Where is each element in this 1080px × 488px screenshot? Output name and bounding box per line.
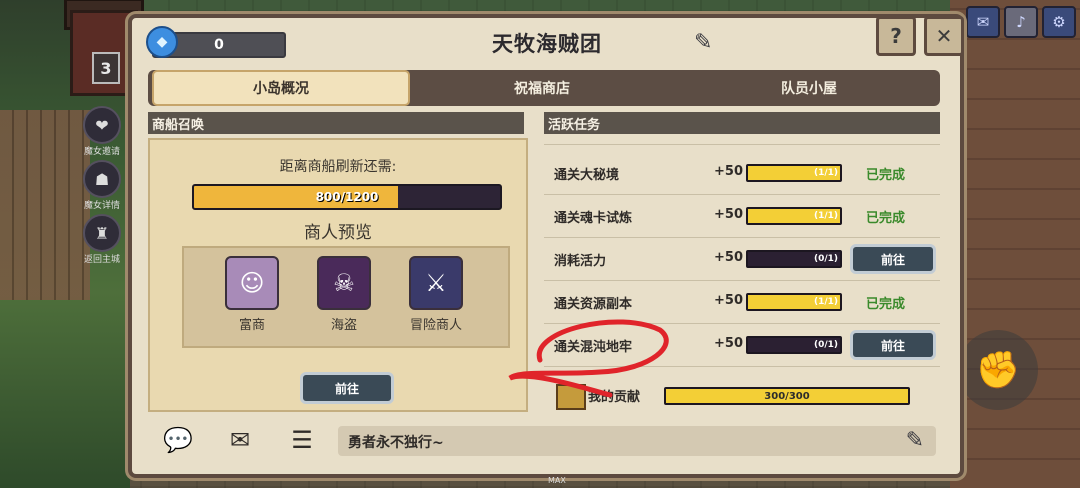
chat-bubble-icon[interactable]: 💬 [158, 424, 198, 456]
section-title-ship: 商船召唤 [148, 112, 524, 134]
merchant-rich[interactable]: ☺ 富商 [212, 256, 292, 333]
chat-bar: 💬 ✉ ☰ 勇者永不独行~ ✎ [148, 420, 940, 462]
witch-details-button[interactable]: ☗ 魔女详情 [80, 160, 124, 211]
close-button[interactable]: ✕ [924, 16, 964, 56]
task-row: 通关魂卡试炼 +50 (1/1) 已完成 [544, 195, 940, 238]
pirate-crew-panel: 0 ◆ 天牧海贼团 ✎ ? ✕ 小岛概况 祝福商店 队员小屋 商船召唤 活跃任务… [128, 14, 964, 478]
sound-icon[interactable]: ♪ [1004, 6, 1038, 38]
task-row: 通关大秘境 +50 (1/1) 已完成 [544, 152, 940, 195]
tab-blessing-shop[interactable]: 祝福商店 [410, 70, 674, 106]
task-progress-bar: (1/1) [746, 164, 842, 182]
contribution-bar: 300/300 [664, 387, 910, 405]
panel-header: 0 ◆ 天牧海贼团 ✎ ? ✕ [132, 16, 964, 68]
adventurer-merchant-icon: ⚔ [409, 256, 463, 310]
fist-icon: ✊ [975, 350, 1021, 391]
ship-summon-card: 距离商船刷新还需: 800/1200 商人预览 ☺ 富商 ☠ 海盗 ⚔ 冒险商人… [148, 138, 528, 412]
task-progress-bar: (0/1) [746, 250, 842, 268]
tab-bar: 小岛概况 祝福商店 队员小屋 [148, 70, 940, 106]
max-label: MAX [548, 476, 566, 485]
task-progress-bar: (0/1) [746, 336, 842, 354]
refresh-progress-text: 800/1200 [315, 190, 379, 204]
task-go-button[interactable]: 前往 [850, 330, 936, 360]
task-status-done: 已完成 [866, 168, 906, 183]
witch-invite-button[interactable]: ❤ 魔女邀请 [80, 106, 124, 157]
fence [0, 110, 90, 300]
task-go-button[interactable]: 前往 [850, 244, 936, 274]
merchant-list: ☺ 富商 ☠ 海盗 ⚔ 冒险商人 [182, 246, 510, 348]
castle-icon: ♜ [83, 214, 121, 252]
pencil-icon[interactable]: ✎ [906, 428, 924, 453]
contribution-text: 300/300 [764, 390, 810, 402]
task-progress-bar: (1/1) [746, 207, 842, 225]
refresh-timer-label: 距离商船刷新还需: [279, 159, 397, 175]
pirate-icon: ☠ [317, 256, 371, 310]
level-badge: 3 [92, 52, 120, 84]
witch-icon: ☗ [83, 160, 121, 198]
right-scenery [950, 0, 1080, 488]
tab-crew-house[interactable]: 队员小屋 [678, 70, 940, 106]
pencil-icon: ✎ [694, 30, 713, 55]
merchant-pirate[interactable]: ☠ 海盗 [304, 256, 384, 333]
task-status-done: 已完成 [866, 297, 906, 312]
section-title-tasks: 活跃任务 [544, 112, 940, 134]
task-status-done: 已完成 [866, 211, 906, 226]
chat-input[interactable]: 勇者永不独行~ ✎ [338, 426, 936, 456]
attack-button[interactable]: ✊ [958, 330, 1038, 410]
go-button[interactable]: 前往 [300, 372, 394, 404]
red-annotation-circle [508, 319, 669, 398]
edit-name-button[interactable]: ✎ [694, 30, 724, 56]
task-row-partial [544, 138, 940, 145]
gem-icon: ◆ [146, 26, 178, 58]
return-city-button[interactable]: ♜ 返回主城 [80, 214, 124, 265]
task-row: 消耗活力 +50 (0/1) 前往 [544, 238, 940, 281]
task-progress-bar: (1/1) [746, 293, 842, 311]
rich-merchant-icon: ☺ [225, 256, 279, 310]
page-title: 天牧海贼团 [492, 32, 602, 56]
tab-island-overview[interactable]: 小岛概况 [152, 70, 410, 106]
gear-icon[interactable]: ⚙ [1042, 6, 1076, 38]
mail-icon[interactable]: ✉ [966, 6, 1000, 38]
refresh-progress-bar: 800/1200 [192, 184, 502, 210]
merchant-preview-title: 商人预览 [304, 223, 372, 243]
merchant-adventurer[interactable]: ⚔ 冒险商人 [396, 256, 476, 333]
notes-icon[interactable]: ☰ [282, 424, 322, 456]
envelope-icon[interactable]: ✉ [220, 424, 260, 456]
heart-icon: ❤ [83, 106, 121, 144]
help-button[interactable]: ? [876, 16, 916, 56]
